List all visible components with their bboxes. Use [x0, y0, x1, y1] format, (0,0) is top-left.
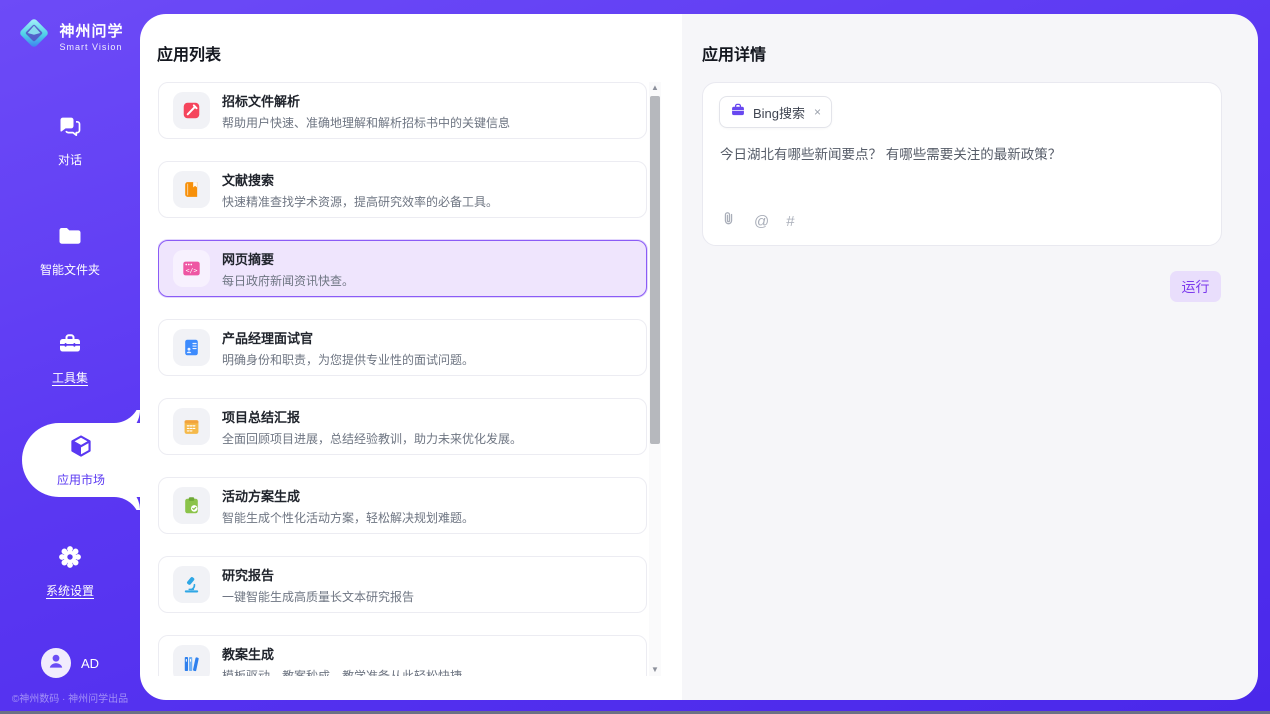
close-icon[interactable]: ×	[814, 105, 821, 119]
app-list-item[interactable]: 产品经理面试官 明确身份和职责，为您提供专业性的面试问题。	[158, 319, 647, 376]
brand-subtitle: Smart Vision	[59, 42, 123, 52]
cube-icon	[66, 432, 96, 467]
user-profile[interactable]: AD	[0, 648, 140, 678]
clipboard-check-icon	[173, 487, 210, 524]
folder-icon	[56, 222, 84, 255]
scrollbar-thumb[interactable]	[650, 96, 660, 444]
app-title: 教案生成	[222, 644, 462, 663]
app-list: 招标文件解析 帮助用户快速、准确地理解和解析招标书中的关键信息 文献搜索 快速精…	[158, 82, 648, 676]
app-list-item[interactable]: </> 网页摘要 每日政府新闻资讯快查。	[158, 240, 647, 297]
app-desc: 每日政府新闻资讯快查。	[222, 272, 354, 289]
notepad-icon	[173, 408, 210, 445]
app-title: 活动方案生成	[222, 486, 474, 505]
sidebar-item-chat[interactable]: 对话	[0, 112, 140, 168]
app-logo: 神州问学 Smart Vision	[0, 15, 140, 56]
gear-icon	[56, 543, 84, 576]
user-name: AD	[81, 656, 99, 671]
sidebar-item-label: 系统设置	[46, 582, 94, 599]
sidebar-item-settings[interactable]: 系统设置	[0, 543, 140, 599]
mention-icon[interactable]: @	[754, 214, 769, 229]
person-icon	[46, 651, 66, 676]
microscope-icon	[173, 566, 210, 603]
sidebar-item-label: 对话	[58, 151, 82, 168]
books-icon	[173, 645, 210, 676]
edit-doc-icon	[173, 92, 210, 129]
scrollbar-down-arrow[interactable]: ▼	[649, 664, 661, 676]
app-desc: 模板驱动，教案秒成，教学准备从此轻松快捷	[222, 667, 462, 677]
sidebar-item-smart-folder[interactable]: 智能文件夹	[0, 222, 140, 278]
copyright-footer: ©神州数码 · 神州问学出品	[0, 690, 140, 705]
app-list-item[interactable]: 教案生成 模板驱动，教案秒成，教学准备从此轻松快捷	[158, 635, 647, 676]
app-title: 产品经理面试官	[222, 328, 474, 347]
web-code-icon: </>	[173, 250, 210, 287]
toolbox-icon	[56, 330, 84, 363]
app-title: 文献搜索	[222, 170, 498, 189]
app-title: 招标文件解析	[222, 91, 510, 110]
briefcase-icon	[730, 102, 746, 123]
sidebar-item-app-market[interactable]: 应用市场	[22, 423, 140, 497]
app-title: 项目总结汇报	[222, 407, 522, 426]
chat-icon	[56, 112, 84, 145]
app-title: 网页摘要	[222, 249, 354, 268]
app-detail-panel: 应用详情 Bing搜索 × 今日湖北有哪些新闻要点？ 有哪些需要关注的最新政策？	[682, 14, 1258, 700]
app-list-title: 应用列表	[157, 41, 221, 65]
tool-chip-bing-search[interactable]: Bing搜索 ×	[719, 96, 832, 128]
prompt-toolbar: @ #	[720, 210, 795, 232]
app-desc: 智能生成个性化活动方案，轻松解决规划难题。	[222, 509, 474, 526]
scrollbar-up-arrow[interactable]: ▲	[649, 82, 661, 94]
svg-text:</>: </>	[186, 267, 198, 275]
brand-name: 神州问学	[59, 20, 123, 41]
sidebar-item-label: 智能文件夹	[40, 261, 100, 278]
tool-chip-label: Bing搜索	[753, 103, 805, 122]
main-content: 应用列表 招标文件解析 帮助用户快速、准确地理解和解析招标书中的关键信息 文献搜…	[140, 14, 1258, 700]
diamond-logo-icon	[16, 15, 52, 56]
interview-doc-icon	[173, 329, 210, 366]
sidebar-item-label: 应用市场	[57, 471, 105, 488]
app-list-viewport: 招标文件解析 帮助用户快速、准确地理解和解析招标书中的关键信息 文献搜索 快速精…	[158, 82, 648, 676]
sidebar-item-toolset[interactable]: 工具集	[0, 330, 140, 386]
app-list-item[interactable]: 活动方案生成 智能生成个性化活动方案，轻松解决规划难题。	[158, 477, 647, 534]
prompt-input[interactable]: 今日湖北有哪些新闻要点？ 有哪些需要关注的最新政策？	[720, 145, 1205, 165]
paperclip-icon[interactable]	[720, 210, 737, 232]
app-list-item[interactable]: 文献搜索 快速精准查找学术资源，提高研究效率的必备工具。	[158, 161, 647, 218]
scrollbar[interactable]: ▲ ▼	[649, 82, 661, 676]
app-list-item[interactable]: 研究报告 一键智能生成高质量长文本研究报告	[158, 556, 647, 613]
sidebar: 神州问学 Smart Vision 对话 智能文件夹	[0, 0, 140, 714]
app-desc: 明确身份和职责，为您提供专业性的面试问题。	[222, 351, 474, 368]
app-list-panel: 应用列表 招标文件解析 帮助用户快速、准确地理解和解析招标书中的关键信息 文献搜…	[140, 14, 682, 700]
run-button[interactable]: 运行	[1170, 271, 1221, 302]
prompt-card: Bing搜索 × 今日湖北有哪些新闻要点？ 有哪些需要关注的最新政策？ @ #	[702, 82, 1222, 246]
book-icon	[173, 171, 210, 208]
app-detail-title: 应用详情	[702, 41, 766, 65]
app-desc: 快速精准查找学术资源，提高研究效率的必备工具。	[222, 193, 498, 210]
app-desc: 帮助用户快速、准确地理解和解析招标书中的关键信息	[222, 114, 510, 131]
app-desc: 全面回顾项目进展，总结经验教训，助力未来优化发展。	[222, 430, 522, 447]
hash-icon[interactable]: #	[786, 214, 794, 229]
avatar	[41, 648, 71, 678]
app-title: 研究报告	[222, 565, 414, 584]
sidebar-item-label: 工具集	[52, 369, 88, 386]
app-list-item[interactable]: 招标文件解析 帮助用户快速、准确地理解和解析招标书中的关键信息	[158, 82, 647, 139]
app-desc: 一键智能生成高质量长文本研究报告	[222, 588, 414, 605]
app-list-item[interactable]: 项目总结汇报 全面回顾项目进展，总结经验教训，助力未来优化发展。	[158, 398, 647, 455]
